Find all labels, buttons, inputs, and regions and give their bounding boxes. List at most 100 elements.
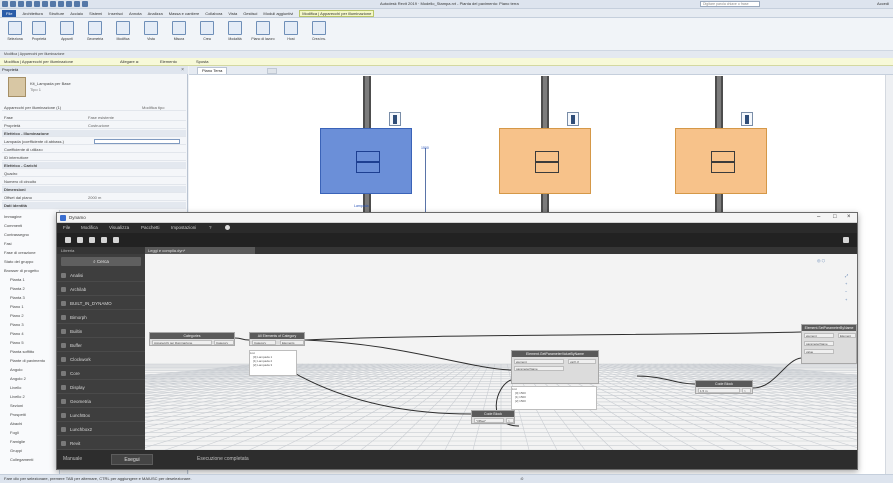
redo-icon[interactable] xyxy=(113,237,119,243)
redo-icon[interactable] xyxy=(42,1,48,7)
node-categories[interactable]: Categories Apparecchi per illuminazione … xyxy=(149,332,235,346)
edit-type-button[interactable]: Modifica tipo xyxy=(142,104,164,110)
browser-item[interactable]: Pianta 3 xyxy=(10,295,25,300)
browser-item[interactable]: Fogli xyxy=(10,430,19,435)
library-category[interactable]: Lunchbox2 xyxy=(57,424,145,436)
menu-impostazioni[interactable]: Impostazioni xyxy=(171,225,196,230)
property-row[interactable]: ID interruttore xyxy=(2,154,186,161)
property-section[interactable]: Elettrico - Illuminazione xyxy=(2,130,186,137)
library-category[interactable]: BUILT_IN_DYNAMO xyxy=(57,298,145,310)
library-category[interactable]: Core xyxy=(57,368,145,380)
open-icon[interactable] xyxy=(77,237,83,243)
browser-item[interactable]: Famiglie xyxy=(10,439,25,444)
browser-item[interactable]: Pianta soffitto xyxy=(10,349,34,354)
node-output-port[interactable]: Category xyxy=(214,340,234,345)
browser-item[interactable]: Piano 4 xyxy=(10,331,24,336)
browser-item[interactable]: Pianta 2 xyxy=(10,286,25,291)
tab-strutture[interactable]: Strutture xyxy=(49,11,64,16)
library-category[interactable]: LunchBox xyxy=(57,410,145,422)
browser-item[interactable]: Pianta 1 xyxy=(10,277,25,282)
node-output-port[interactable]: > xyxy=(506,418,514,423)
ribbon-button-view[interactable]: Vista xyxy=(140,21,162,51)
property-row[interactable]: Offset dal piano 2000 m xyxy=(2,194,186,201)
property-row[interactable]: Fase Fase esistente xyxy=(2,114,186,121)
maximize-icon[interactable]: □ xyxy=(833,214,837,220)
print-icon[interactable] xyxy=(50,1,56,7)
code-block-input[interactable]: "Offset" xyxy=(474,418,504,423)
browser-item[interactable]: Stato del gruppo xyxy=(4,259,33,264)
light-fixture[interactable] xyxy=(675,128,767,194)
property-field[interactable] xyxy=(94,139,180,144)
browser-item[interactable]: Sezioni xyxy=(10,403,23,408)
canvas-3d-toggle-icon[interactable]: ◎ ⬡ xyxy=(817,258,825,263)
node-output-port[interactable]: Elements xyxy=(280,340,304,345)
node-code-block-1[interactable]: Code Block "Offset" > xyxy=(471,410,515,424)
tab-vista[interactable]: Vista xyxy=(228,11,237,16)
node-set-parameter[interactable]: Element.GetParameterValueByName element … xyxy=(511,350,599,384)
ribbon-button-host[interactable]: Host xyxy=(280,21,302,51)
3d-view-icon[interactable] xyxy=(74,1,80,7)
node-dropdown[interactable]: Apparecchi per illuminazione xyxy=(152,340,212,345)
section-icon[interactable] xyxy=(82,1,88,7)
ribbon-button-modify[interactable]: Seleziona xyxy=(4,21,26,51)
dynamo-canvas[interactable]: ◎ ⬡ ⤢ + − + Categories Apparecchi per illum… xyxy=(145,254,857,450)
menu-visualizza[interactable]: Visualizza xyxy=(109,225,129,230)
new-icon[interactable] xyxy=(65,237,71,243)
node-input-port[interactable]: parameterName xyxy=(514,366,564,371)
measure-icon[interactable] xyxy=(58,1,64,7)
node-input-port[interactable]: parameterName xyxy=(804,341,834,346)
ribbon-button-mode[interactable]: Modalità xyxy=(224,21,246,51)
property-row[interactable]: Proprietà Costruzione xyxy=(2,122,186,129)
tab-gestisci[interactable]: Gestisci xyxy=(243,11,257,16)
view-tab-other[interactable] xyxy=(267,68,277,74)
browser-item[interactable]: Commenti xyxy=(4,223,22,228)
tab-collabora[interactable]: Collabora xyxy=(205,11,222,16)
node-input-port[interactable]: Category xyxy=(252,340,276,345)
property-section[interactable]: Dati identità xyxy=(2,202,186,209)
node-input-port[interactable]: element xyxy=(804,333,834,338)
ribbon-button-measure[interactable]: Misura xyxy=(168,21,190,51)
browser-item[interactable]: Piano 3 xyxy=(10,322,24,327)
tab-annota[interactable]: Annota xyxy=(129,11,142,16)
lamp-tag[interactable] xyxy=(741,112,753,126)
ribbon-button-geometry[interactable]: Geometria xyxy=(84,21,106,51)
node-output-port[interactable]: Element xyxy=(838,333,856,338)
tab-file[interactable]: File xyxy=(2,9,17,17)
browser-item[interactable]: Piano 1 xyxy=(10,304,24,309)
browser-item[interactable]: Collegamenti xyxy=(10,457,33,462)
notifications-icon[interactable] xyxy=(225,225,230,230)
ribbon-button-clipboard[interactable]: Appunti xyxy=(56,21,78,51)
property-row[interactable]: Lampada (coefficiente di abbass.) xyxy=(2,138,186,145)
zoom-controls[interactable]: ⤢ + − + xyxy=(845,272,848,304)
tab-modifica-contextual[interactable]: Modifica | Apparecchi per illuminazione xyxy=(299,9,375,17)
tab-sistemi[interactable]: Sistemi xyxy=(89,11,102,16)
menu-pacchetti[interactable]: Pacchetti xyxy=(141,225,160,230)
library-category[interactable]: Builtin xyxy=(57,326,145,338)
property-row[interactable]: Numero di circuito xyxy=(2,178,186,185)
options-bar-extra[interactable]: Sposta xyxy=(196,59,208,64)
menu-help[interactable]: ? xyxy=(209,225,212,230)
browser-item[interactable]: Angolo 2 xyxy=(10,376,26,381)
options-bar-field-value[interactable]: Elemento xyxy=(160,59,177,64)
tab-architettura[interactable]: Architettura xyxy=(22,11,42,16)
browser-item[interactable]: Gruppi xyxy=(10,448,22,453)
node-code-block-2[interactable]: Code Block 1.5 m > xyxy=(695,380,753,394)
node-set-parameter-by-name[interactable]: Element.SetParameterByName element param… xyxy=(801,324,857,364)
browser-item[interactable]: Immagine xyxy=(4,214,22,219)
tab-acciaio[interactable]: Acciaio xyxy=(70,11,83,16)
node-input-port[interactable]: element xyxy=(514,359,564,364)
ribbon-button-workplane[interactable]: Piano di lavoro xyxy=(251,21,275,51)
browser-item[interactable]: Angolo xyxy=(10,367,22,372)
open-icon[interactable] xyxy=(10,1,16,7)
browser-item[interactable]: Fase di creazione xyxy=(4,250,36,255)
sync-icon[interactable] xyxy=(26,1,32,7)
navigation-bar[interactable] xyxy=(885,75,893,474)
workspace-tab[interactable]: Leggi e compila.dyn* xyxy=(145,247,255,254)
library-category[interactable]: Clockwork xyxy=(57,354,145,366)
light-fixture[interactable] xyxy=(499,128,591,194)
type-selector[interactable]: Kit_Lampada per Base Tipo 1 xyxy=(4,76,184,100)
lamp-tag[interactable] xyxy=(567,112,579,126)
close-icon[interactable]: × xyxy=(181,66,184,74)
run-mode-dropdown[interactable]: Manuale xyxy=(63,456,82,462)
browser-item[interactable]: Piano 5 xyxy=(10,340,24,345)
